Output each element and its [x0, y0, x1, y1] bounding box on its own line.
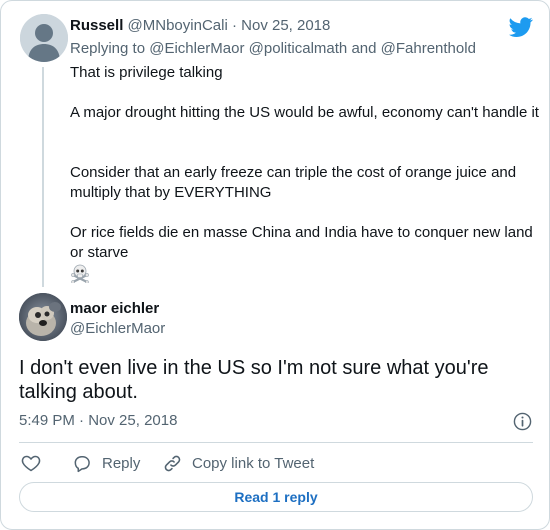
- parent-handle[interactable]: @MNboyinCali: [128, 17, 228, 34]
- dog-avatar-icon: [19, 293, 67, 341]
- reply-label: Reply: [102, 454, 141, 472]
- like-button[interactable]: [21, 453, 51, 473]
- default-avatar[interactable]: [20, 14, 68, 62]
- header-separator: ·: [231, 17, 237, 34]
- tweet-timestamp[interactable]: 5:49 PM · Nov 25, 2018: [19, 412, 177, 429]
- parent-tweet-paragraph: A major drought hitting the US would be …: [70, 104, 539, 121]
- embedded-tweet-card: Russell @MNboyinCali · Nov 25, 2018 Repl…: [0, 0, 550, 530]
- default-profile-icon: [20, 14, 68, 62]
- main-tweet-text: I don't even live in the US so I'm not s…: [19, 357, 489, 403]
- replying-to-joiner: and: [351, 40, 377, 57]
- tweet-time: 5:49 PM: [19, 412, 75, 429]
- skull-and-crossbones-icon: [71, 264, 89, 283]
- parent-tweet-paragraph: Or rice fields die en masse China and In…: [70, 224, 533, 261]
- tweet-date: Nov 25, 2018: [88, 412, 178, 429]
- heart-icon: [21, 455, 41, 472]
- info-icon[interactable]: [513, 412, 532, 431]
- copy-link-button[interactable]: Copy link to Tweet: [163, 453, 314, 473]
- copy-link-label: Copy link to Tweet: [192, 454, 315, 472]
- parent-date[interactable]: Nov 25, 2018: [241, 17, 330, 34]
- link-icon: [164, 455, 181, 471]
- main-display-name[interactable]: maor eichler: [70, 300, 159, 317]
- parent-display-name[interactable]: Russell: [70, 17, 123, 34]
- timestamp-separator: ·: [79, 412, 85, 429]
- reply-bubble-icon: [74, 456, 90, 473]
- parent-tweet-paragraph: That is privilege talking: [70, 64, 223, 81]
- mention-link[interactable]: @EichlerMaor: [149, 40, 244, 57]
- thread-connector-line: [42, 67, 44, 287]
- parent-tweet-paragraph: Consider that an early freeze can triple…: [70, 164, 517, 201]
- read-replies-button[interactable]: Read 1 reply: [19, 482, 533, 512]
- parent-tweet-header: Russell @MNboyinCali · Nov 25, 2018: [70, 17, 330, 34]
- read-replies-label: Read 1 reply: [234, 489, 318, 505]
- mention-link[interactable]: @politicalmath: [249, 40, 348, 57]
- twitter-bird-icon[interactable]: [509, 15, 533, 39]
- reply-button[interactable]: Reply: [72, 453, 140, 473]
- divider: [19, 442, 533, 443]
- mention-link[interactable]: @Fahrenthold: [381, 40, 476, 57]
- replying-to-label: Replying to: [70, 40, 146, 57]
- replying-to-line: Replying to @EichlerMaor @politicalmath …: [70, 40, 476, 57]
- user-avatar[interactable]: [19, 293, 67, 341]
- main-handle[interactable]: @EichlerMaor: [70, 320, 165, 337]
